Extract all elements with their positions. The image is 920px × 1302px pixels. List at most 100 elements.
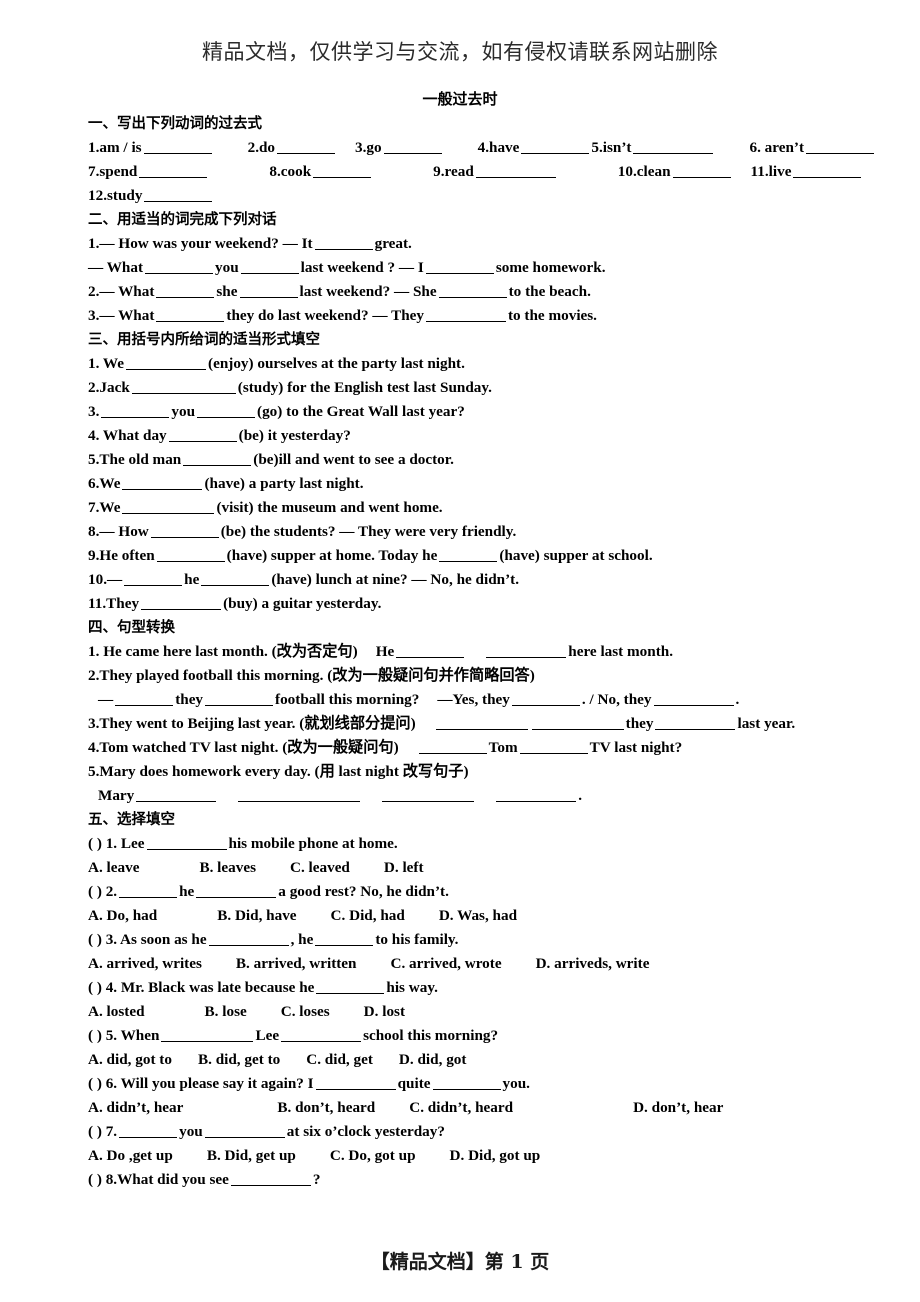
option-d[interactable]: D. lost [364, 1003, 405, 1020]
option-d[interactable]: D. left [384, 859, 424, 876]
blank[interactable] [653, 692, 734, 706]
blank[interactable] [124, 572, 183, 586]
blank[interactable] [141, 596, 222, 610]
blank[interactable] [150, 524, 219, 538]
blank[interactable] [197, 404, 256, 418]
option-d[interactable]: D. Was, had [439, 907, 517, 924]
blank[interactable] [145, 260, 213, 274]
blank[interactable] [382, 788, 475, 802]
blank[interactable] [238, 788, 361, 802]
option-c[interactable]: C. Did, had [331, 907, 405, 924]
option-b[interactable]: B. leaves [199, 859, 256, 876]
option-b[interactable]: B. Did, have [217, 907, 296, 924]
blank[interactable] [383, 140, 442, 154]
blank[interactable] [315, 1076, 396, 1090]
option-a[interactable]: A. leave [88, 859, 139, 876]
blank[interactable] [131, 380, 236, 394]
blank[interactable] [438, 284, 507, 298]
blank[interactable] [486, 644, 567, 658]
blank[interactable] [511, 692, 580, 706]
option-a[interactable]: A. losted [88, 1003, 145, 1020]
blank[interactable] [119, 1124, 178, 1138]
blank[interactable] [144, 188, 213, 202]
option-a[interactable]: A. Do ,get up [88, 1147, 173, 1164]
option-d[interactable]: D. Did, got up [450, 1147, 541, 1164]
blank[interactable] [396, 644, 465, 658]
blank[interactable] [156, 308, 225, 322]
blank[interactable] [208, 932, 289, 946]
option-d[interactable]: D. did, got [399, 1051, 467, 1068]
blank[interactable] [122, 476, 203, 490]
choice-question-4-options: A. losted B. lose C. loses D. lost [88, 1000, 848, 1024]
blank[interactable] [119, 884, 178, 898]
blank[interactable] [793, 164, 862, 178]
blank[interactable] [126, 356, 207, 370]
option-c[interactable]: C. did, get [306, 1051, 373, 1068]
blank[interactable] [122, 500, 215, 514]
blank[interactable] [183, 452, 252, 466]
blank[interactable] [315, 932, 374, 946]
blank[interactable] [136, 788, 217, 802]
blank[interactable] [475, 164, 556, 178]
blank[interactable] [101, 404, 170, 418]
text: last weekend? — She [299, 283, 437, 300]
choice-question-1-options: A. leave B. leaves C. leaved D. left [88, 856, 848, 880]
blank[interactable] [806, 140, 875, 154]
blank[interactable] [439, 548, 498, 562]
option-a[interactable]: A. didn’t, hear [88, 1099, 183, 1116]
blank[interactable] [672, 164, 731, 178]
blank[interactable] [143, 140, 212, 154]
blank[interactable] [313, 164, 372, 178]
text: 7.We [88, 499, 121, 516]
blank[interactable] [240, 260, 299, 274]
blank[interactable] [115, 692, 174, 706]
text: last year. [737, 715, 796, 732]
blank[interactable] [519, 740, 588, 754]
section-heading-4: 四、句型转换 [88, 620, 175, 636]
blank[interactable] [239, 284, 298, 298]
blank[interactable] [205, 692, 274, 706]
blank[interactable] [418, 740, 487, 754]
blank[interactable] [139, 164, 208, 178]
option-d[interactable]: D. arriveds, write [536, 955, 650, 972]
blank[interactable] [201, 572, 270, 586]
option-b[interactable]: B. lose [205, 1003, 247, 1020]
blank[interactable] [281, 1028, 362, 1042]
blank[interactable] [496, 788, 577, 802]
blank[interactable] [314, 236, 373, 250]
blank[interactable] [655, 716, 736, 730]
blank[interactable] [196, 884, 277, 898]
option-c[interactable]: C. leaved [290, 859, 350, 876]
blank[interactable] [146, 836, 227, 850]
blank[interactable] [161, 1028, 254, 1042]
blank[interactable] [425, 308, 506, 322]
blank[interactable] [156, 284, 215, 298]
text: . [578, 787, 583, 804]
text: 2.They played football this morning. (改为… [88, 667, 535, 684]
blank[interactable] [230, 1172, 311, 1186]
blank[interactable] [168, 428, 237, 442]
option-a[interactable]: A. did, got to [88, 1051, 172, 1068]
option-c[interactable]: C. loses [281, 1003, 330, 1020]
blank[interactable] [521, 140, 590, 154]
blank[interactable] [316, 980, 385, 994]
blank[interactable] [432, 1076, 501, 1090]
option-a[interactable]: A. arrived, writes [88, 955, 202, 972]
blank[interactable] [435, 716, 528, 730]
option-c[interactable]: C. Do, got up [330, 1147, 416, 1164]
blank[interactable] [633, 140, 714, 154]
option-a[interactable]: A. Do, had [88, 907, 157, 924]
blank[interactable] [425, 260, 494, 274]
blank[interactable] [156, 548, 225, 562]
option-c[interactable]: C. didn’t, heard [409, 1099, 513, 1116]
option-b[interactable]: B. arrived, written [236, 955, 357, 972]
blank[interactable] [204, 1124, 285, 1138]
option-b[interactable]: B. did, get to [198, 1051, 280, 1068]
option-c[interactable]: C. arrived, wrote [391, 955, 502, 972]
option-d[interactable]: D. don’t, hear [633, 1099, 723, 1116]
blank[interactable] [277, 140, 336, 154]
option-b[interactable]: B. Did, get up [207, 1147, 296, 1164]
option-b[interactable]: B. don’t, heard [277, 1099, 375, 1116]
text: (be) it yesterday? [238, 427, 351, 444]
blank[interactable] [531, 716, 624, 730]
